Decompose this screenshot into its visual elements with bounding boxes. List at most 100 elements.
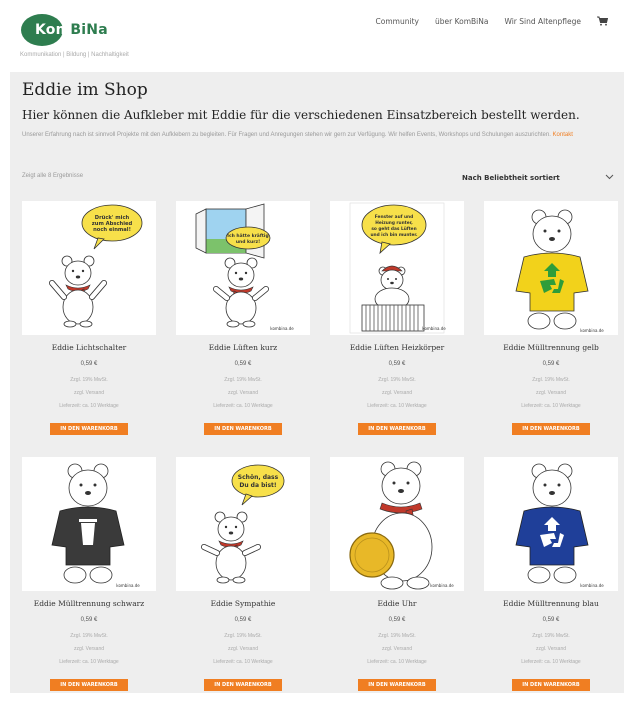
- shipping-note[interactable]: zzgl. Versand: [176, 646, 310, 652]
- product-image-bear-window: Ich hätte kräftig und kurz! kombina.de: [195, 203, 294, 331]
- product-image-bear-black-bin: kombina.de: [51, 463, 140, 588]
- product-title[interactable]: Eddie Mülltrennung schwarz: [22, 599, 156, 608]
- product-card[interactable]: kombina.de Eddie Mülltrennung blau 0,59 …: [484, 457, 618, 707]
- add-to-cart-button[interactable]: IN DEN WARENKORB: [512, 423, 590, 435]
- speech-line: und kurz!: [236, 239, 260, 245]
- product-card[interactable]: Schön, dass Du da bist! Eddie Sympathie …: [176, 457, 310, 707]
- delivery-note: Lieferzeit: ca. 10 Werktage: [59, 403, 119, 409]
- product-image[interactable]: Ich hätte kräftig und kurz! kombina.de: [176, 201, 310, 335]
- product-title[interactable]: Eddie Lichtschalter: [22, 343, 156, 352]
- watermark: kombina.de: [580, 328, 604, 333]
- product-title[interactable]: Eddie Mülltrennung gelb: [484, 343, 618, 352]
- product-image[interactable]: kombina.de: [330, 457, 464, 591]
- nav-altenpflege[interactable]: Wir Sind Altenpflege: [504, 17, 581, 26]
- tax-note: Zzgl. 19% MwSt.: [70, 377, 108, 383]
- product-image-bear-radiator: Fenster auf und Heizung runter, so geht …: [349, 202, 446, 334]
- product-price: 0,59 €: [542, 361, 560, 367]
- product-image[interactable]: kombina.de: [484, 457, 618, 591]
- delivery-note: Lieferzeit: ca. 10 Werktage: [521, 403, 581, 409]
- product-title[interactable]: Eddie Sympathie: [176, 599, 310, 608]
- product-title[interactable]: Eddie Lüften kurz: [176, 343, 310, 352]
- product-price: 0,59 €: [80, 361, 98, 367]
- tax-note: Zzgl. 19% MwSt.: [224, 633, 262, 639]
- product-image[interactable]: Schön, dass Du da bist!: [176, 457, 310, 591]
- speech-line: und ich bin munter.: [370, 232, 417, 238]
- chevron-down-icon: [605, 174, 614, 180]
- product-image[interactable]: kombina.de: [22, 457, 156, 591]
- product-image-bear-blue-recycling: kombina.de: [515, 463, 604, 588]
- gold-coin-icon: [349, 532, 395, 578]
- product-card[interactable]: Fenster auf und Heizung runter, so geht …: [330, 201, 464, 451]
- speech-line: Heizung runter,: [375, 220, 413, 226]
- delivery-note: Lieferzeit: ca. 10 Werktage: [59, 659, 119, 665]
- logo-text-kom: Kom: [35, 22, 71, 38]
- product-card[interactable]: Drück' mich zum Abschied noch einmal! Ed…: [22, 201, 156, 451]
- product-card[interactable]: kombina.de Eddie Mülltrennung gelb 0,59 …: [484, 201, 618, 451]
- shipping-note[interactable]: zzgl. Versand: [330, 646, 464, 652]
- product-image-bear-sympathy: Schön, dass Du da bist!: [201, 464, 285, 584]
- contact-link[interactable]: Kontakt: [553, 132, 573, 138]
- main-nav: Community über KomBiNa Wir Sind Altenpfl…: [376, 16, 608, 26]
- product-image[interactable]: Drück' mich zum Abschied noch einmal!: [22, 201, 156, 335]
- add-to-cart-button[interactable]: IN DEN WARENKORB: [204, 423, 282, 435]
- tax-note: Zzgl. 19% MwSt.: [378, 633, 416, 639]
- shipping-note[interactable]: zzgl. Versand: [330, 390, 464, 396]
- product-price: 0,59 €: [234, 361, 252, 367]
- intro-body: Unserer Erfahrung nach ist sinnvoll Proj…: [22, 132, 551, 138]
- add-to-cart-button[interactable]: IN DEN WARENKORB: [512, 679, 590, 691]
- tax-note: Zzgl. 19% MwSt.: [532, 377, 570, 383]
- product-price: 0,59 €: [80, 617, 98, 623]
- watermark: kombina.de: [116, 583, 140, 588]
- sort-select-value: Nach Beliebtheit sortiert: [462, 174, 560, 182]
- speech-line: Du da bist!: [239, 482, 276, 489]
- product-price: 0,59 €: [388, 361, 406, 367]
- add-to-cart-button[interactable]: IN DEN WARENKORB: [50, 679, 128, 691]
- speech-line: Ich hätte kräftig: [227, 233, 268, 239]
- shipping-note[interactable]: zzgl. Versand: [484, 646, 618, 652]
- watermark: kombina.de: [430, 583, 454, 588]
- shipping-note[interactable]: zzgl. Versand: [22, 646, 156, 652]
- product-image-bear-yellow-recycling: kombina.de: [515, 209, 604, 333]
- nav-community[interactable]: Community: [376, 17, 419, 26]
- tax-note: Zzgl. 19% MwSt.: [532, 633, 570, 639]
- page-title: Eddie im Shop: [22, 80, 148, 100]
- delivery-note: Lieferzeit: ca. 10 Werktage: [367, 659, 427, 665]
- product-price: 0,59 €: [388, 617, 406, 623]
- product-card[interactable]: kombina.de Eddie Uhr 0,59 € Zzgl. 19% Mw…: [330, 457, 464, 707]
- speech-line: noch einmal!: [93, 227, 131, 233]
- product-image-bear-gold-coin: kombina.de: [349, 461, 454, 590]
- add-to-cart-button[interactable]: IN DEN WARENKORB: [50, 423, 128, 435]
- product-price: 0,59 €: [234, 617, 252, 623]
- product-title[interactable]: Eddie Lüften Heizkörper: [330, 343, 464, 352]
- shipping-note[interactable]: zzgl. Versand: [176, 390, 310, 396]
- kombina-logo[interactable]: KomBiNa: [20, 13, 150, 49]
- speech-line: so geht das Lüften: [371, 226, 416, 232]
- shipping-note[interactable]: zzgl. Versand: [22, 390, 156, 396]
- add-to-cart-button[interactable]: IN DEN WARENKORB: [204, 679, 282, 691]
- sort-select[interactable]: Nach Beliebtheit sortiert: [460, 171, 618, 185]
- shipping-note[interactable]: zzgl. Versand: [484, 390, 618, 396]
- product-card[interactable]: kombina.de Eddie Mülltrennung schwarz 0,…: [22, 457, 156, 707]
- product-card[interactable]: Ich hätte kräftig und kurz! kombina.de E…: [176, 201, 310, 451]
- product-image[interactable]: Fenster auf und Heizung runter, so geht …: [330, 201, 464, 335]
- delivery-note: Lieferzeit: ca. 10 Werktage: [213, 659, 273, 665]
- site-header: KomBiNa Kommunikation | Bildung | Nachha…: [0, 0, 624, 72]
- page-subtitle: Hier können die Aufkleber mit Eddie für …: [22, 108, 580, 122]
- shop-content: Eddie im Shop Hier können die Aufkleber …: [10, 72, 624, 693]
- tax-note: Zzgl. 19% MwSt.: [224, 377, 262, 383]
- speech-line: Schön, dass: [238, 474, 279, 481]
- shopping-cart-icon[interactable]: [597, 16, 608, 26]
- logo-text-bina: BiNa: [70, 22, 108, 38]
- product-title[interactable]: Eddie Mülltrennung blau: [484, 599, 618, 608]
- tax-note: Zzgl. 19% MwSt.: [378, 377, 416, 383]
- nav-about[interactable]: über KomBiNa: [435, 17, 488, 26]
- delivery-note: Lieferzeit: ca. 10 Werktage: [521, 659, 581, 665]
- delivery-note: Lieferzeit: ca. 10 Werktage: [367, 403, 427, 409]
- add-to-cart-button[interactable]: IN DEN WARENKORB: [358, 423, 436, 435]
- product-image-bear-waving: Drück' mich zum Abschied noch einmal!: [49, 204, 143, 328]
- result-count: Zeigt alle 8 Ergebnisse: [22, 173, 84, 179]
- tax-note: Zzgl. 19% MwSt.: [70, 633, 108, 639]
- add-to-cart-button[interactable]: IN DEN WARENKORB: [358, 679, 436, 691]
- product-image[interactable]: kombina.de: [484, 201, 618, 335]
- product-title[interactable]: Eddie Uhr: [330, 599, 464, 608]
